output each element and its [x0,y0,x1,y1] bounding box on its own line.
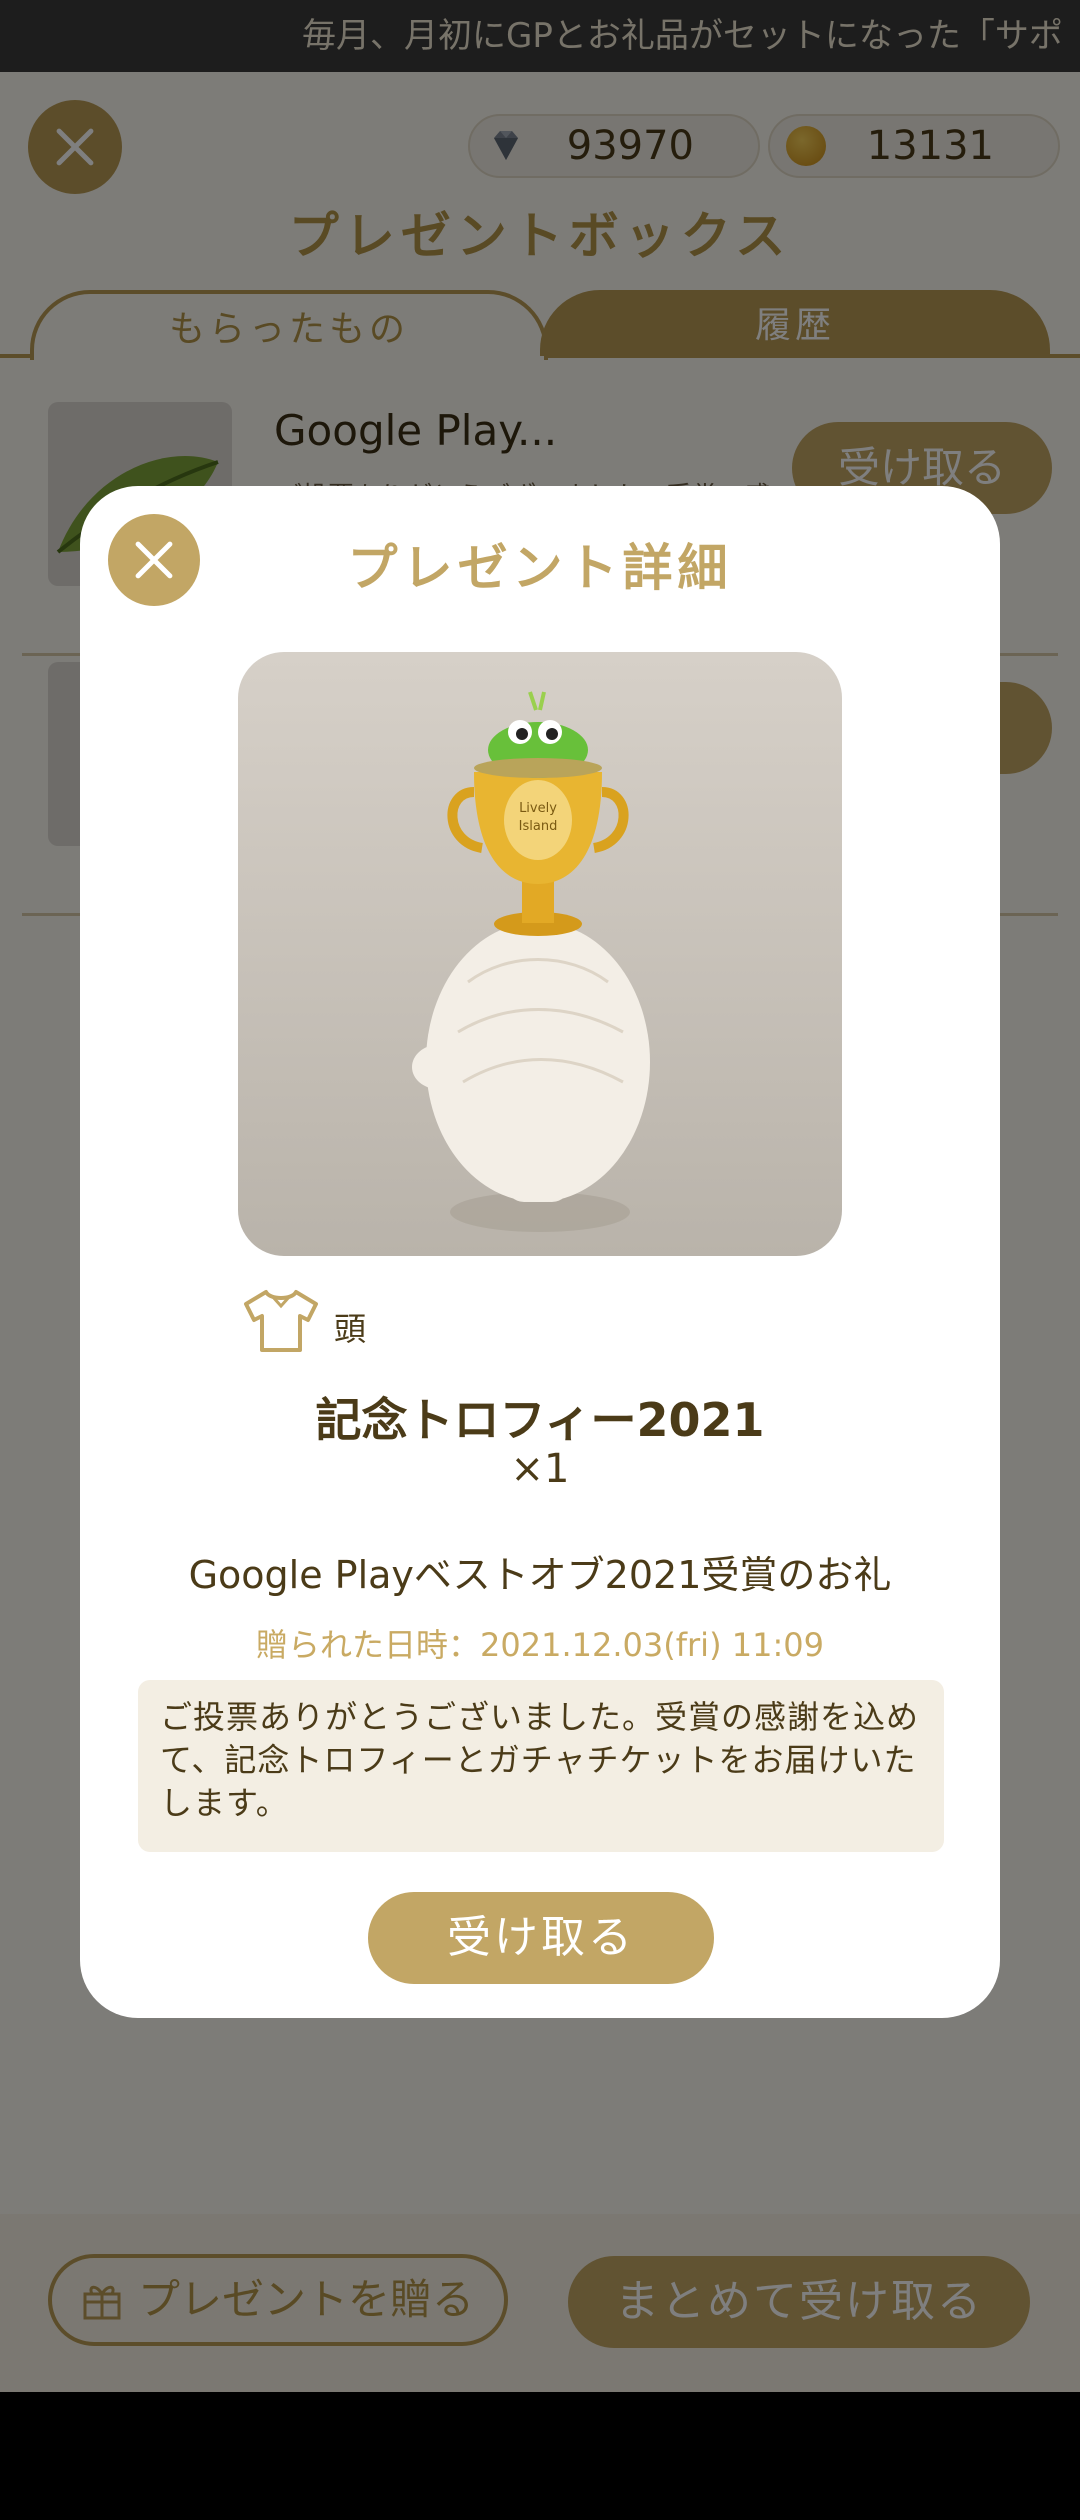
present-message: ご投票ありがとうございました。受賞の感謝を込めて、記念トロフィーとガチャチケット… [138,1680,944,1852]
item-name: 記念トロフィー2021 [315,1393,765,1447]
trophy-logo-text: Lively [519,801,557,816]
item-quantity: ×1 [510,1446,570,1492]
dialog-title: プレゼント詳細 [347,539,733,597]
svg-text:Island: Island [519,819,558,834]
trophy-avatar-illustration: Lively Island [412,691,650,1232]
present-title: Google Playベストオブ2021受賞のお礼 [188,1553,892,1597]
present-detail-dialog: プレゼント詳細 Lively Island 頭 記念トロフィー2021 ×1 G… [80,486,1000,2018]
item-preview-image: Lively Island [238,652,842,1256]
received-date: 贈られた日時：2021.12.03(fri) 11:09 [256,1626,824,1664]
category-label: 頭 [334,1310,367,1348]
shirt-icon [244,1290,318,1352]
receive-button[interactable]: 受け取る [368,1892,714,1984]
